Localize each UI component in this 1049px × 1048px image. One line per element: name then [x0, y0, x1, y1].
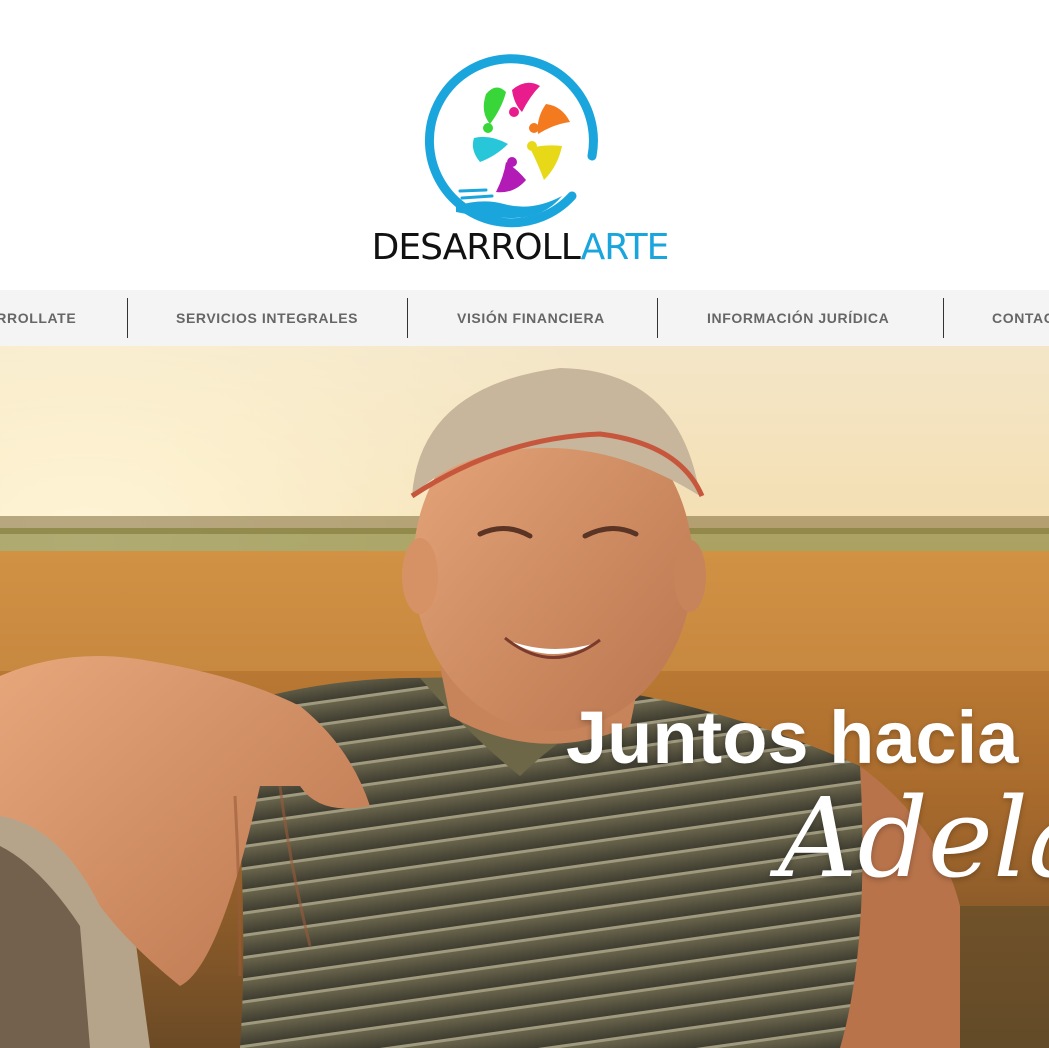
people-circle-hand-logo-icon: [424, 54, 598, 228]
nav-divider: [407, 298, 408, 338]
hero-banner: Juntos hacia Adelante: [0, 346, 1049, 1048]
nav-item-desarrollate[interactable]: DESARROLLATE: [0, 290, 76, 346]
nav-divider: [657, 298, 658, 338]
site-logo-link[interactable]: DESARROLLARTE: [370, 46, 670, 271]
hero-headline: Juntos hacia: [566, 696, 1019, 779]
hero-headline-script: Adelante: [778, 774, 1049, 902]
nav-item-informacion-juridica[interactable]: INFORMACIÓN JURÍDICA: [707, 290, 889, 346]
page: DESARROLLARTE DESARROLLATE SERVICIOS INT…: [0, 0, 1049, 1048]
nav-divider: [943, 298, 944, 338]
nav-item-vision-financiera[interactable]: VISIÓN FINANCIERA: [457, 290, 605, 346]
nav-item-contacto[interactable]: CONTACTO: [992, 290, 1049, 346]
nav-item-servicios-integrales[interactable]: SERVICIOS INTEGRALES: [176, 290, 358, 346]
wordmark-dark-text: DESARROLL: [371, 227, 582, 268]
brand-wordmark: DESARROLLARTE: [370, 228, 670, 268]
site-header: DESARROLLARTE: [0, 0, 1049, 290]
nav-divider: [127, 298, 128, 338]
main-nav: DESARROLLATE SERVICIOS INTEGRALES VISIÓN…: [0, 290, 1049, 346]
wordmark-accent-text: ARTE: [580, 227, 670, 268]
